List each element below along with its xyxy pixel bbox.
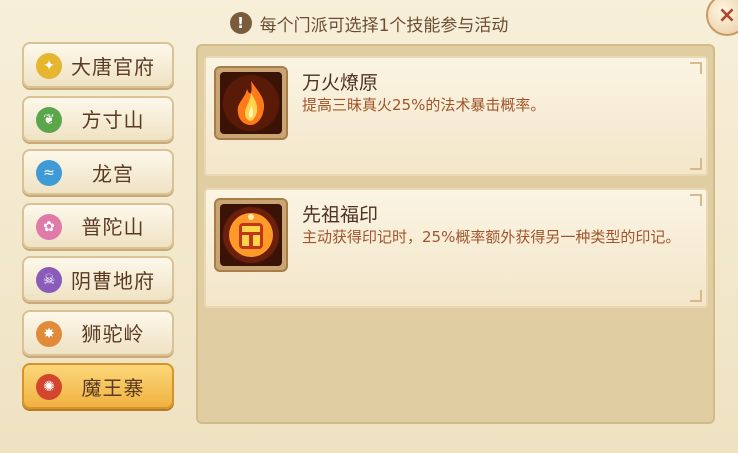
- skill-description: 提高三昧真火25%的法术暴击概率。: [302, 96, 546, 114]
- skill-selection-window: ! 每个门派可选择1个技能参与活动 × ✦ 大唐官府 ❦ 方寸山 ≈ 龙宫 ✿ …: [0, 0, 738, 453]
- skull-emblem-icon: ☠: [36, 267, 62, 293]
- lotus-emblem-icon: ✿: [36, 213, 62, 240]
- fire-orb-icon: [214, 66, 288, 140]
- skill-name: 万火燎原: [302, 72, 379, 94]
- skill-description: 主动获得印记时，25%概率额外获得另一种类型的印记。: [302, 228, 681, 246]
- notice-text: 每个门派可选择1个技能参与活动: [259, 15, 509, 36]
- school-list[interactable]: ✦ 大唐官府 ❦ 方寸山 ≈ 龙宫 ✿ 普陀山 ☠ 阴曹地府 ✸ 狮驼岭 ✺ 魔…: [22, 42, 174, 432]
- school-tab-fangcun[interactable]: ❦ 方寸山: [22, 95, 174, 142]
- beast-emblem-icon: ✸: [36, 320, 62, 347]
- school-tab-longgong[interactable]: ≈ 龙宫: [22, 149, 174, 195]
- skill-card[interactable]: 先祖福印 主动获得印记时，25%概率额外获得另一种类型的印记。: [204, 188, 708, 308]
- school-tab-shituo[interactable]: ✸ 狮驼岭: [22, 309, 174, 356]
- sword-emblem-icon: ✦: [36, 53, 62, 79]
- skill-name: 先祖福印: [302, 204, 379, 226]
- leaf-emblem-icon: ❦: [36, 106, 62, 133]
- school-tab-yincao[interactable]: ☠ 阴曹地府: [22, 256, 174, 302]
- notice-bar: ! 每个门派可选择1个技能参与活动: [0, 8, 738, 38]
- skill-list-panel: 万火燎原 提高三昧真火25%的法术暴击概率。 先祖福印 主动获得印记时，25%概…: [196, 44, 715, 424]
- school-tab-mowang[interactable]: ✺ 魔王寨: [22, 363, 174, 409]
- school-tab-putuo[interactable]: ✿ 普陀山: [22, 202, 174, 249]
- water-emblem-icon: ≈: [36, 160, 62, 186]
- exclamation-icon: !: [229, 12, 252, 34]
- demon-emblem-icon: ✺: [36, 374, 62, 400]
- skill-card[interactable]: 万火燎原 提高三昧真火25%的法术暴击概率。: [204, 56, 708, 176]
- flame-seal-icon: [214, 198, 288, 272]
- school-tab-datang[interactable]: ✦ 大唐官府: [22, 42, 174, 88]
- close-icon: ×: [717, 2, 737, 28]
